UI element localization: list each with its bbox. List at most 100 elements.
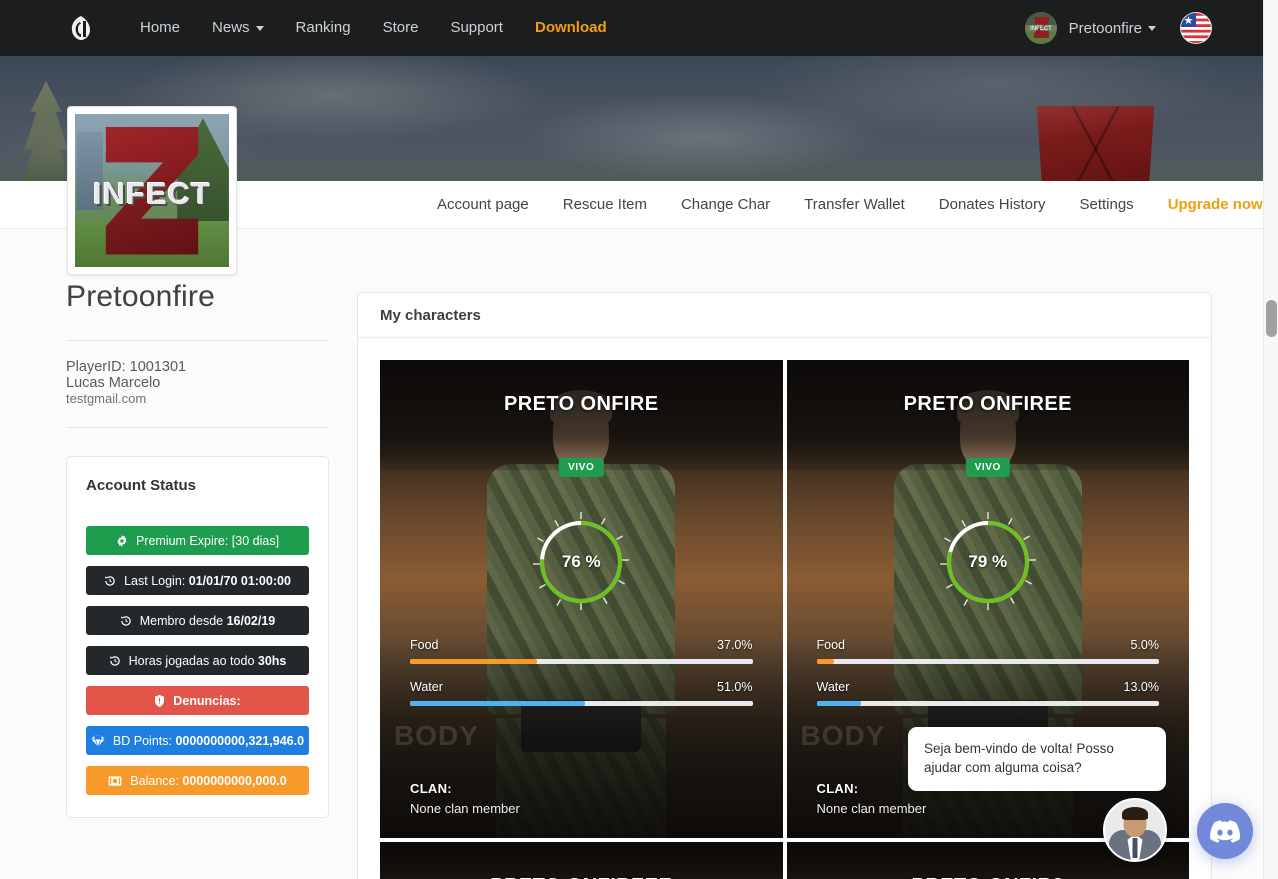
health-gauge: 79 % bbox=[936, 510, 1040, 614]
nav-link-news-label: News bbox=[212, 19, 250, 36]
badge-denuncias-prefix: Denuncias: bbox=[173, 693, 241, 708]
subnav-link-change-char[interactable]: Change Char bbox=[664, 181, 787, 228]
my-characters-header: My characters bbox=[358, 293, 1211, 338]
account-status-title: Account Status bbox=[86, 477, 197, 494]
account-status-card: Account Status Premium Expire: [30 dias]… bbox=[66, 456, 329, 818]
avatar-tie-decoration bbox=[1132, 838, 1138, 858]
badge-premium-expire-label: Premium Expire: [30 dias] bbox=[135, 533, 280, 548]
nav-link-store[interactable]: Store bbox=[367, 0, 435, 56]
user-avatar[interactable]: INFECT bbox=[1024, 12, 1057, 44]
discord-button[interactable] bbox=[1197, 803, 1253, 859]
badge-last-login-value: 01/01/70 01:00:00 bbox=[188, 573, 291, 588]
food-bar-fill bbox=[410, 659, 537, 664]
page-root: Home News Ranking Store Support Download… bbox=[0, 0, 1278, 879]
hero-red-structure-decoration bbox=[1036, 106, 1155, 181]
email-text: testgmail.com bbox=[66, 391, 147, 406]
profile-image-card[interactable]: INFECT bbox=[67, 106, 237, 275]
badge-hours-played-label: Horas jogadas ao todo 30hs bbox=[129, 654, 287, 668]
nav-right-group: INFECT Pretoonfire bbox=[1024, 12, 1212, 44]
badge-member-since-prefix: Membro desde bbox=[139, 613, 227, 628]
chevron-down-icon bbox=[1148, 26, 1156, 32]
water-stat-row: Water 51.0% bbox=[410, 680, 753, 706]
page-title: Pretoonfire bbox=[66, 280, 215, 313]
character-name: PRETO ONFIRE bbox=[504, 393, 659, 415]
brand-logo-icon[interactable] bbox=[66, 13, 96, 43]
health-gauge: 76 % bbox=[529, 510, 633, 614]
water-stat-header: Water 51.0% bbox=[410, 680, 753, 694]
my-characters-title: My characters bbox=[380, 306, 481, 324]
body-watermark: BODY bbox=[800, 720, 886, 751]
badge-last-login-prefix: Last Login: bbox=[124, 573, 189, 588]
food-percent: 5.0% bbox=[1130, 638, 1160, 652]
nav-link-home[interactable]: Home bbox=[124, 0, 196, 56]
subnav-link-rescue-item[interactable]: Rescue Item bbox=[546, 181, 664, 228]
food-stat-header: Food 5.0% bbox=[817, 638, 1160, 652]
badge-bd-points[interactable]: BD Points: 0000000000,321,946.0 bbox=[86, 726, 309, 755]
clan-label: CLAN: bbox=[410, 781, 452, 796]
nav-link-download[interactable]: Download bbox=[519, 0, 623, 56]
clan-value: None clan member bbox=[816, 801, 927, 816]
player-id-text: PlayerID: 1001301 bbox=[66, 359, 187, 375]
chat-message-bubble: Seja bem-vindo de volta! Posso ajudar co… bbox=[908, 727, 1166, 791]
usa-flag-icon[interactable] bbox=[1180, 12, 1212, 44]
badge-denuncias[interactable]: Denuncias: bbox=[86, 686, 309, 715]
water-stat-header: Water 13.0% bbox=[817, 680, 1160, 694]
gear-icon bbox=[116, 534, 128, 547]
money-icon bbox=[108, 775, 122, 787]
real-name-text: Lucas Marcelo bbox=[66, 375, 161, 391]
badge-last-login[interactable]: Last Login: 01/01/70 01:00:00 bbox=[86, 566, 309, 595]
nav-username[interactable]: Pretoonfire bbox=[1069, 20, 1156, 37]
top-navigation-bar: Home News Ranking Store Support Download… bbox=[0, 0, 1278, 56]
subnav-link-account-page[interactable]: Account page bbox=[420, 181, 546, 228]
character-name: PRETO ONFIR3 bbox=[787, 875, 1190, 879]
badge-member-since-value: 16/02/19 bbox=[226, 613, 276, 628]
clan-info: CLAN: None clan member bbox=[410, 781, 520, 816]
subnav-link-settings[interactable]: Settings bbox=[1062, 181, 1150, 228]
badge-premium-expire[interactable]: Premium Expire: [30 dias] bbox=[86, 526, 309, 555]
primary-nav-links: Home News Ranking Store Support Download bbox=[124, 0, 623, 56]
diamond-icon bbox=[91, 735, 105, 747]
secondary-nav-links: Account page Rescue Item Change Char Tra… bbox=[420, 181, 1278, 228]
water-percent: 51.0% bbox=[717, 680, 753, 694]
badge-bd-points-value: 0000000000,321,946.0 bbox=[175, 733, 305, 748]
body-watermark: BODY bbox=[394, 720, 479, 751]
badge-balance-prefix: Balance: bbox=[130, 773, 183, 788]
nav-link-support[interactable]: Support bbox=[434, 0, 519, 56]
history-icon bbox=[104, 575, 116, 587]
page-scrollbar-thumb[interactable] bbox=[1266, 300, 1277, 337]
nav-link-ranking[interactable]: Ranking bbox=[280, 0, 367, 56]
food-bar-fill bbox=[816, 659, 834, 664]
profile-logo-text: INFECT bbox=[93, 175, 211, 211]
subnav-link-donates-history[interactable]: Donates History bbox=[922, 181, 1063, 228]
subnav-link-upgrade-now[interactable]: Upgrade now! bbox=[1151, 181, 1278, 228]
food-label: Food bbox=[816, 638, 846, 652]
shield-icon bbox=[154, 694, 165, 707]
character-card[interactable]: PRETO ONFIREEE bbox=[380, 842, 783, 879]
status-badge: VIVO bbox=[559, 458, 604, 477]
profile-game-logo-image: INFECT bbox=[75, 114, 229, 267]
page-scrollbar-track[interactable] bbox=[1263, 0, 1278, 879]
chat-support-avatar[interactable] bbox=[1103, 798, 1167, 862]
health-percent-value: 76 % bbox=[561, 552, 601, 571]
character-name: PRETO ONFIREE bbox=[903, 393, 1072, 415]
sidebar-column: Pretoonfire PlayerID: 1001301 Lucas Marc… bbox=[66, 280, 329, 818]
water-label: Water bbox=[410, 680, 443, 694]
badge-last-login-label: Last Login: 01/01/70 01:00:00 bbox=[124, 574, 291, 588]
character-card[interactable]: PRETO ONFIRE VIVO 76 % Food 37.0% Water … bbox=[380, 360, 783, 838]
badge-hours-played[interactable]: Horas jogadas ao todo 30hs bbox=[86, 646, 309, 675]
badge-member-since[interactable]: Membro desde 16/02/19 bbox=[86, 606, 309, 635]
water-bar-fill bbox=[410, 701, 585, 706]
history-icon bbox=[109, 655, 121, 667]
svg-text:INFECT: INFECT bbox=[1030, 26, 1052, 32]
water-bar-fill bbox=[816, 701, 862, 706]
badge-balance[interactable]: Balance: 0000000000,000.0 bbox=[86, 766, 309, 795]
badge-balance-label: Balance: 0000000000,000.0 bbox=[130, 774, 286, 788]
water-bar-track bbox=[816, 701, 1159, 706]
subnav-link-transfer-wallet[interactable]: Transfer Wallet bbox=[787, 181, 922, 228]
food-label: Food bbox=[410, 638, 439, 652]
food-percent: 37.0% bbox=[717, 638, 753, 652]
water-stat-row: Water 13.0% bbox=[816, 680, 1160, 706]
nav-link-news[interactable]: News bbox=[196, 0, 280, 56]
badge-balance-value: 0000000000,000.0 bbox=[182, 773, 287, 788]
health-percent-value: 79 % bbox=[968, 552, 1008, 571]
